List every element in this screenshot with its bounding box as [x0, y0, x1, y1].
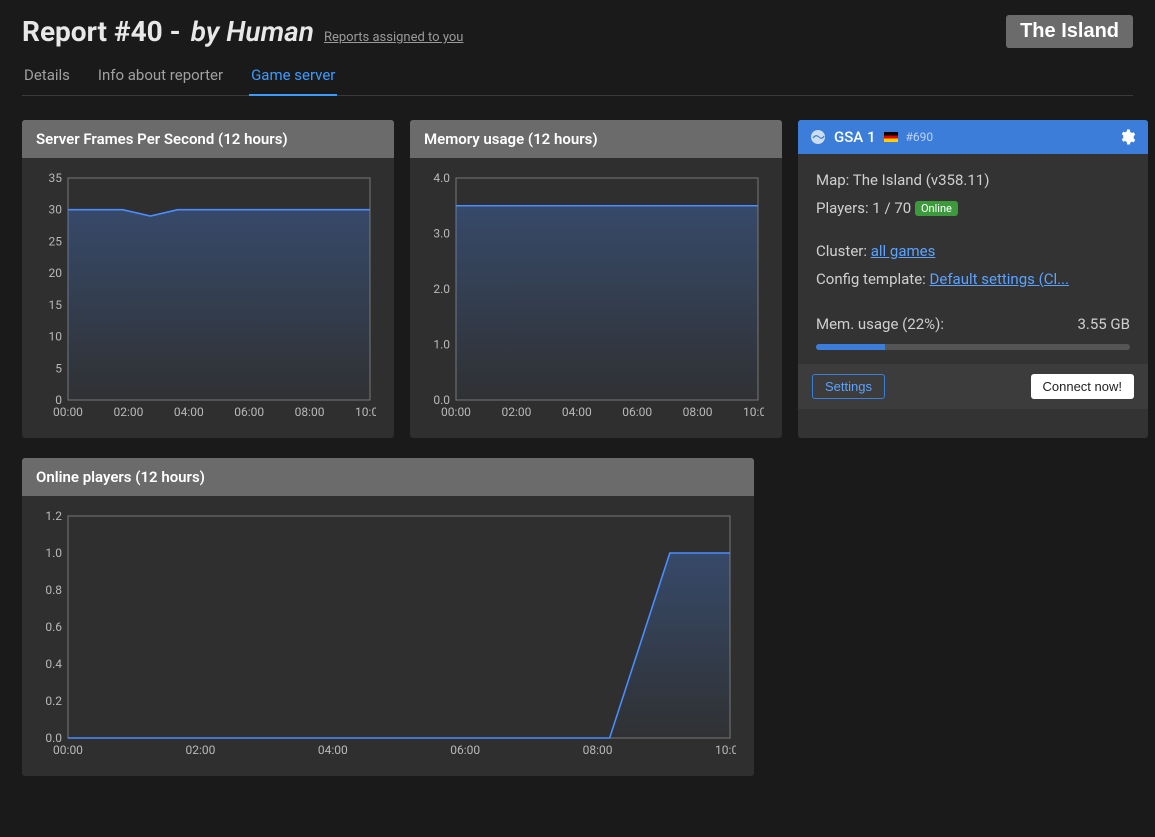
- svg-text:0.8: 0.8: [45, 583, 62, 597]
- server-card-header: GSA 1 #690: [798, 120, 1148, 154]
- svg-text:2.0: 2.0: [433, 282, 450, 296]
- svg-text:10:00: 10:00: [715, 743, 736, 757]
- svg-text:25: 25: [49, 234, 63, 248]
- svg-text:30: 30: [49, 203, 63, 217]
- cluster-link[interactable]: all games: [871, 242, 936, 260]
- svg-text:3.0: 3.0: [433, 227, 450, 241]
- svg-text:4.0: 4.0: [433, 172, 450, 185]
- svg-text:04:00: 04:00: [562, 405, 592, 419]
- chart-memory: 0.01.02.03.04.000:0002:0004:0006:0008:00…: [424, 172, 766, 420]
- panel-players: Online players (12 hours) 0.00.20.40.60.…: [22, 458, 754, 776]
- panel-memory: Memory usage (12 hours) 0.01.02.03.04.00…: [410, 120, 782, 438]
- tab-game-server[interactable]: Game server: [249, 58, 337, 96]
- svg-text:1.0: 1.0: [433, 338, 450, 352]
- chart-players: 0.00.20.40.60.81.01.200:0002:0004:0006:0…: [36, 510, 738, 758]
- chart-fps: 0510152025303500:0002:0004:0006:0008:001…: [36, 172, 378, 420]
- server-game-icon: [810, 129, 826, 145]
- svg-text:00:00: 00:00: [53, 743, 83, 757]
- svg-text:04:00: 04:00: [174, 405, 204, 419]
- svg-text:08:00: 08:00: [583, 743, 613, 757]
- svg-text:0.2: 0.2: [45, 694, 62, 708]
- island-button[interactable]: The Island: [1006, 15, 1133, 48]
- tab-info-reporter[interactable]: Info about reporter: [96, 58, 225, 95]
- report-author: by Human: [191, 15, 314, 48]
- tabs: Details Info about reporter Game server: [22, 58, 1133, 96]
- mem-usage-bar: [816, 344, 1130, 350]
- server-map-line: Map: The Island (v358.11): [816, 168, 1130, 194]
- svg-text:00:00: 00:00: [53, 405, 83, 419]
- panel-memory-title: Memory usage (12 hours): [410, 120, 782, 158]
- svg-text:06:00: 06:00: [622, 405, 652, 419]
- svg-text:04:00: 04:00: [318, 743, 348, 757]
- svg-text:02:00: 02:00: [113, 405, 143, 419]
- svg-text:10: 10: [49, 330, 63, 344]
- svg-text:06:00: 06:00: [450, 743, 480, 757]
- svg-text:08:00: 08:00: [683, 405, 713, 419]
- server-card: GSA 1 #690 Map: The Island (v358.11) Pla…: [798, 120, 1148, 438]
- svg-text:02:00: 02:00: [501, 405, 531, 419]
- server-flag-icon: [884, 132, 898, 142]
- svg-text:20: 20: [49, 266, 63, 280]
- mem-usage-value: 3.55 GB: [1077, 312, 1130, 338]
- cluster-label: Cluster:: [816, 242, 871, 260]
- svg-text:10:00: 10:00: [355, 405, 376, 419]
- report-title: Report #40 -: [22, 15, 181, 48]
- svg-text:0.6: 0.6: [45, 620, 62, 634]
- svg-text:1.2: 1.2: [45, 510, 62, 523]
- svg-text:1.0: 1.0: [45, 546, 62, 560]
- server-name: GSA 1: [834, 128, 876, 146]
- svg-text:0.4: 0.4: [45, 657, 62, 671]
- config-label: Config template:: [816, 270, 930, 288]
- tab-details[interactable]: Details: [22, 58, 72, 95]
- svg-text:02:00: 02:00: [185, 743, 215, 757]
- server-players-label: Players: 1 / 70: [816, 199, 911, 217]
- svg-text:06:00: 06:00: [234, 405, 264, 419]
- settings-button[interactable]: Settings: [812, 374, 885, 399]
- gear-icon[interactable]: [1118, 128, 1136, 146]
- assigned-reports-link[interactable]: Reports assigned to you: [324, 30, 464, 45]
- server-id: #690: [906, 130, 934, 144]
- svg-text:10:00: 10:00: [743, 405, 764, 419]
- panel-players-title: Online players (12 hours): [22, 458, 754, 496]
- connect-button[interactable]: Connect now!: [1031, 374, 1135, 399]
- svg-text:00:00: 00:00: [441, 405, 471, 419]
- config-link[interactable]: Default settings (Cl...: [930, 270, 1069, 288]
- panel-fps-title: Server Frames Per Second (12 hours): [22, 120, 394, 158]
- svg-text:08:00: 08:00: [295, 405, 325, 419]
- panel-fps: Server Frames Per Second (12 hours) 0510…: [22, 120, 394, 438]
- online-badge: Online: [915, 201, 958, 216]
- svg-text:15: 15: [49, 298, 63, 312]
- svg-text:5: 5: [55, 361, 62, 375]
- svg-text:35: 35: [49, 172, 63, 185]
- mem-usage-label: Mem. usage (22%):: [816, 312, 944, 338]
